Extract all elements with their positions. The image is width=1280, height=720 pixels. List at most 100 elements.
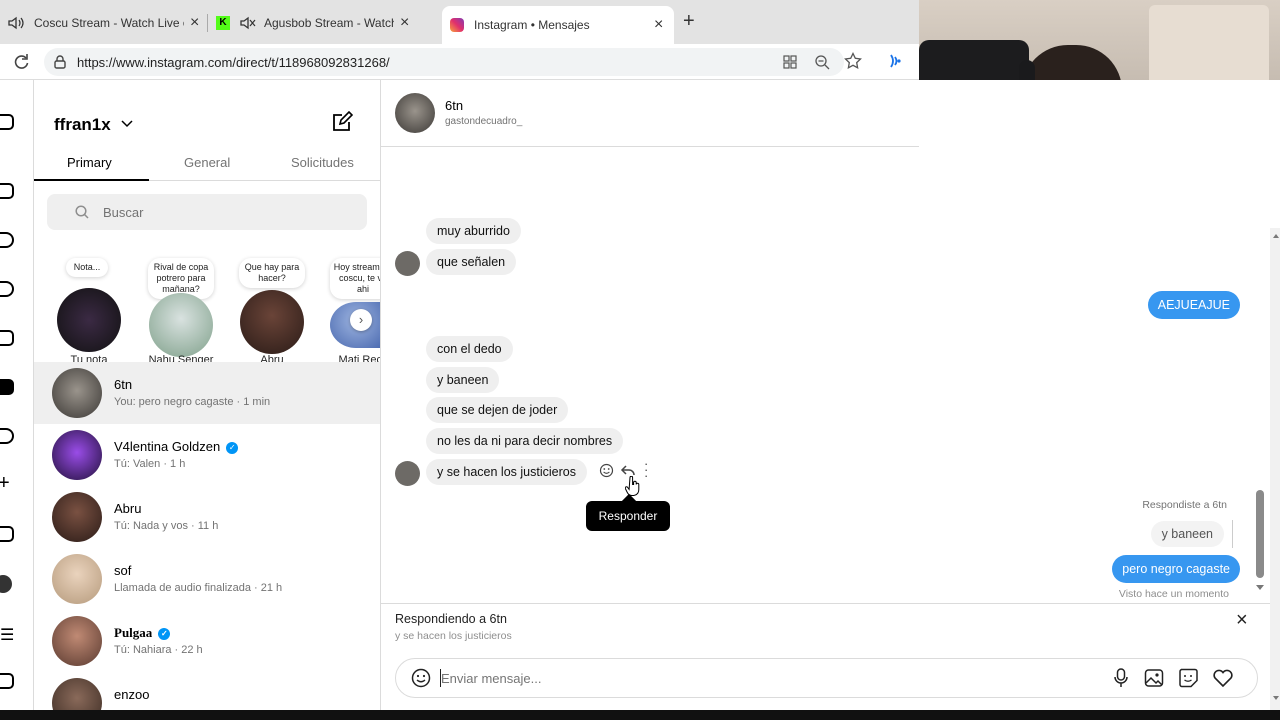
- page-scrollbar[interactable]: [1270, 228, 1280, 710]
- heart-icon[interactable]: [1212, 668, 1234, 688]
- avatar: [240, 290, 304, 354]
- sticker-icon[interactable]: [1178, 668, 1198, 688]
- message-bubble-incoming[interactable]: que se dejen de joder: [426, 397, 569, 423]
- reels-icon[interactable]: [0, 330, 14, 346]
- avatar: [52, 678, 102, 710]
- message-bubble-incoming[interactable]: y se hacen los justicieros: [426, 459, 587, 485]
- verified-badge-icon: ✓: [158, 628, 171, 640]
- notes-next-chevron-icon[interactable]: ›: [350, 309, 372, 331]
- message-bubble-incoming[interactable]: no les da ni para decir nombres: [426, 428, 624, 454]
- conversation-pulgaa[interactable]: Pulgaa ✓ Tú: Nahiara · 22 h: [34, 610, 380, 672]
- conversation-preview: Tú: Nada y vos · 11 h: [114, 520, 219, 532]
- conversation-preview: Llamada de audio finalizada · 21 h: [114, 582, 283, 594]
- avatar[interactable]: [395, 93, 435, 133]
- message-bubble-incoming[interactable]: con el dedo: [426, 336, 513, 362]
- message-bubble-incoming[interactable]: muy aburrido: [426, 218, 521, 244]
- close-tab-icon[interactable]: ×: [190, 14, 199, 32]
- new-message-icon[interactable]: [331, 111, 353, 133]
- favorite-star-icon[interactable]: [844, 52, 862, 70]
- speaker-icon: [8, 16, 24, 30]
- chat-contact-name[interactable]: 6tn: [445, 98, 463, 113]
- image-icon[interactable]: [1144, 668, 1164, 688]
- react-emoji-icon[interactable]: [599, 463, 614, 478]
- taskbar-strip: [0, 710, 1280, 720]
- note-bubble: Que hay para hacer?: [239, 258, 305, 288]
- messages-icon[interactable]: [0, 379, 14, 395]
- message-bubble-incoming[interactable]: y baneen: [426, 367, 500, 393]
- message-bubble-outgoing[interactable]: AEJUEAJUE: [1147, 291, 1240, 319]
- tab-general[interactable]: General: [184, 155, 230, 170]
- avatar: [52, 492, 102, 542]
- conversation-name: V4lentina Goldzen: [114, 439, 221, 454]
- message-composer: [395, 658, 1258, 698]
- conversation-name: Abru: [114, 501, 142, 516]
- more-apps-icon[interactable]: [0, 673, 14, 689]
- search-icon[interactable]: [0, 232, 14, 248]
- home-icon[interactable]: [0, 183, 14, 199]
- tab-coscu-stream[interactable]: Coscu Stream - Watch Live o ×: [8, 8, 199, 38]
- explore-icon[interactable]: [0, 281, 14, 297]
- chat-panel: 6tn gastondecuadro_ muy aburrido que señ…: [381, 80, 1280, 710]
- dashboard-icon[interactable]: [0, 526, 14, 542]
- tooltip-text: Responder: [598, 509, 658, 523]
- menu-icon[interactable]: ☰: [0, 625, 14, 645]
- microphone-icon[interactable]: [1114, 668, 1128, 688]
- avatar: [52, 616, 102, 666]
- conversation-v4lentina-goldzen[interactable]: V4lentina Goldzen ✓ Tú: Valen · 1 h: [34, 424, 380, 486]
- chat-header: 6tn gastondecuadro_: [381, 80, 919, 147]
- notifications-heart-icon[interactable]: [0, 428, 14, 444]
- instagram-logo-icon: [450, 18, 464, 32]
- reload-icon[interactable]: [12, 53, 30, 71]
- tab-instagram-mensajes[interactable]: Instagram • Mensajes ×: [442, 6, 674, 44]
- conversation-name: enzoo: [114, 687, 150, 702]
- new-tab-icon[interactable]: +: [683, 10, 695, 33]
- conversation-6tn[interactable]: 6tn You: pero negro cagaste · 1 min: [34, 362, 380, 424]
- read-aloud-icon[interactable]: [886, 52, 904, 70]
- avatar: [52, 368, 102, 418]
- conversation-sof[interactable]: sof Llamada de audio finalizada · 21 h: [34, 548, 380, 610]
- close-tab-icon[interactable]: ×: [654, 16, 663, 34]
- message-bubble-outgoing[interactable]: pero negro cagaste: [1112, 555, 1240, 583]
- conversation-name: Pulgaa: [114, 625, 153, 640]
- conversation-name-row: Pulgaa ✓: [114, 625, 171, 641]
- replied-quote-bubble[interactable]: y baneen: [1150, 521, 1224, 547]
- browser-tab-bar: Coscu Stream - Watch Live o × K Agusbob …: [0, 0, 919, 44]
- create-plus-icon[interactable]: +: [0, 472, 10, 495]
- instagram-icon[interactable]: [0, 114, 14, 130]
- chat-scrollbar[interactable]: [1256, 230, 1264, 595]
- close-tab-icon[interactable]: ×: [400, 14, 409, 32]
- search-input[interactable]: Buscar: [47, 194, 367, 230]
- avatar: [52, 554, 102, 604]
- tab-agusbob-stream[interactable]: K Agusbob Stream - Watch Liv ×: [216, 8, 409, 38]
- replied-label: Respondiste a 6tn: [1142, 499, 1227, 511]
- message-input[interactable]: [441, 667, 1081, 689]
- tooltip: Responder: [586, 493, 670, 531]
- search-placeholder: Buscar: [103, 205, 144, 220]
- profile-avatar-icon[interactable]: [0, 575, 12, 593]
- conversation-enzoo[interactable]: enzoo: [34, 672, 380, 710]
- conversation-name-row: V4lentina Goldzen ✓: [114, 439, 239, 454]
- conversation-preview: Tú: Valen · 1 h: [114, 458, 186, 470]
- site-info-icon[interactable]: [53, 55, 67, 69]
- note-bubble: Nota...: [66, 258, 108, 277]
- zoom-icon[interactable]: [814, 54, 830, 70]
- more-options-icon[interactable]: · · ·: [644, 457, 648, 482]
- conversation-abru[interactable]: Abru Tú: Nada y vos · 11 h: [34, 486, 380, 548]
- account-switcher[interactable]: ffran1x: [54, 115, 133, 135]
- url-text: https://www.instagram.com/direct/t/11896…: [77, 55, 390, 70]
- avatar: [57, 288, 121, 352]
- tab-primary[interactable]: Primary: [67, 155, 112, 170]
- tab-solicitudes[interactable]: Solicitudes: [291, 155, 354, 170]
- replying-panel: Respondiendo a 6tn y se hacen los justic…: [381, 603, 1280, 651]
- kick-logo-icon: K: [216, 16, 230, 30]
- tab-label: Coscu Stream - Watch Live o: [34, 16, 184, 30]
- close-reply-icon[interactable]: ×: [1236, 609, 1248, 632]
- app-available-icon[interactable]: [783, 55, 797, 69]
- message-bubble-incoming[interactable]: que señalen: [426, 249, 517, 275]
- address-bar: https://www.instagram.com/direct/t/11896…: [0, 44, 919, 80]
- emoji-icon[interactable]: [411, 668, 431, 688]
- url-field[interactable]: https://www.instagram.com/direct/t/11896…: [44, 48, 844, 76]
- tab-label: Instagram • Mensajes: [474, 18, 590, 32]
- seen-status: Visto hace un momento: [1118, 588, 1229, 600]
- note-bubble: Hoy stream de coscu, te ve ahi: [330, 258, 380, 299]
